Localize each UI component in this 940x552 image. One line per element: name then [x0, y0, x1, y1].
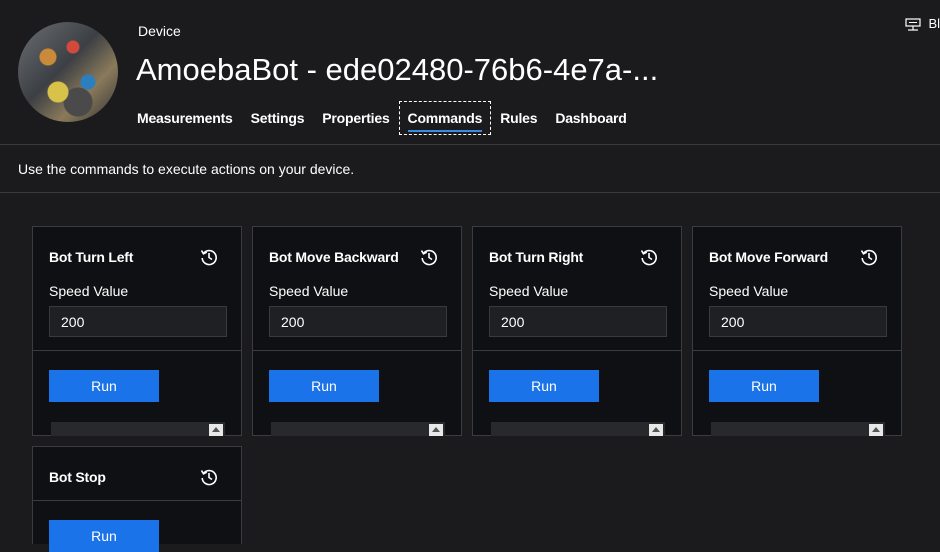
speed-value-label: Speed Value: [49, 283, 129, 299]
card-divider: [33, 350, 241, 351]
tab-measurements[interactable]: Measurements: [128, 101, 242, 135]
run-button[interactable]: Run: [49, 370, 159, 402]
scroll-up-arrow[interactable]: [429, 424, 443, 436]
command-card-bot-stop: Bot Stop Run: [32, 446, 242, 552]
command-card-bot-turn-right: Bot Turn Right Speed Value Run: [472, 226, 682, 436]
command-title: Bot Turn Right: [489, 249, 584, 265]
speed-value-input[interactable]: [709, 306, 887, 337]
run-button[interactable]: Run: [489, 370, 599, 402]
speed-value-input[interactable]: [269, 306, 447, 337]
card-divider: [473, 350, 681, 351]
tab-rules[interactable]: Rules: [491, 101, 546, 135]
command-title: Bot Move Forward: [709, 249, 828, 265]
card-divider: [693, 350, 901, 351]
speed-value-label: Speed Value: [269, 283, 349, 299]
scroll-up-arrow[interactable]: [869, 424, 883, 436]
command-title: Bot Stop: [49, 469, 106, 485]
speed-value-input[interactable]: [49, 306, 227, 337]
command-card-bot-turn-left: Bot Turn Left Speed Value Run: [32, 226, 242, 436]
card-divider: [253, 350, 461, 351]
card-divider: [33, 500, 241, 501]
header-divider: [0, 144, 940, 145]
device-header: Device AmoebaBot - ede02480-76b6-4e7a-..…: [0, 0, 940, 145]
response-area: [491, 422, 665, 436]
history-icon[interactable]: [199, 247, 219, 267]
tab-commands[interactable]: Commands: [398, 101, 492, 135]
tab-properties[interactable]: Properties: [313, 101, 398, 135]
device-title: AmoebaBot - ede02480-76b6-4e7a-...: [136, 52, 659, 87]
speed-value-input[interactable]: [489, 306, 667, 337]
response-area: [51, 422, 225, 436]
command-title: Bot Move Backward: [269, 249, 399, 265]
history-icon[interactable]: [859, 247, 879, 267]
command-card-bot-move-forward: Bot Move Forward Speed Value Run: [692, 226, 902, 436]
tab-bar: Measurements Settings Properties Command…: [128, 101, 636, 135]
device-settings-icon: [905, 17, 921, 31]
scroll-up-arrow[interactable]: [209, 424, 223, 436]
command-title: Bot Turn Left: [49, 249, 134, 265]
run-button[interactable]: Run: [709, 370, 819, 402]
tab-dashboard[interactable]: Dashboard: [546, 101, 635, 135]
response-area: [271, 422, 445, 436]
page-description: Use the commands to execute actions on y…: [18, 161, 355, 177]
speed-value-label: Speed Value: [709, 283, 789, 299]
device-avatar: [18, 22, 118, 122]
top-right-label: Bl: [928, 16, 940, 31]
run-button[interactable]: Run: [269, 370, 379, 402]
history-icon[interactable]: [419, 247, 439, 267]
description-divider: [0, 192, 940, 193]
command-card-bot-move-backward: Bot Move Backward Speed Value Run: [252, 226, 462, 436]
speed-value-label: Speed Value: [489, 283, 569, 299]
history-icon[interactable]: [199, 467, 219, 487]
tab-settings[interactable]: Settings: [242, 101, 314, 135]
run-button[interactable]: Run: [49, 520, 159, 552]
response-area: [711, 422, 885, 436]
top-right-menu[interactable]: Bl: [905, 16, 940, 32]
history-icon[interactable]: [639, 247, 659, 267]
scroll-up-arrow[interactable]: [649, 424, 663, 436]
device-label: Device: [138, 23, 181, 39]
